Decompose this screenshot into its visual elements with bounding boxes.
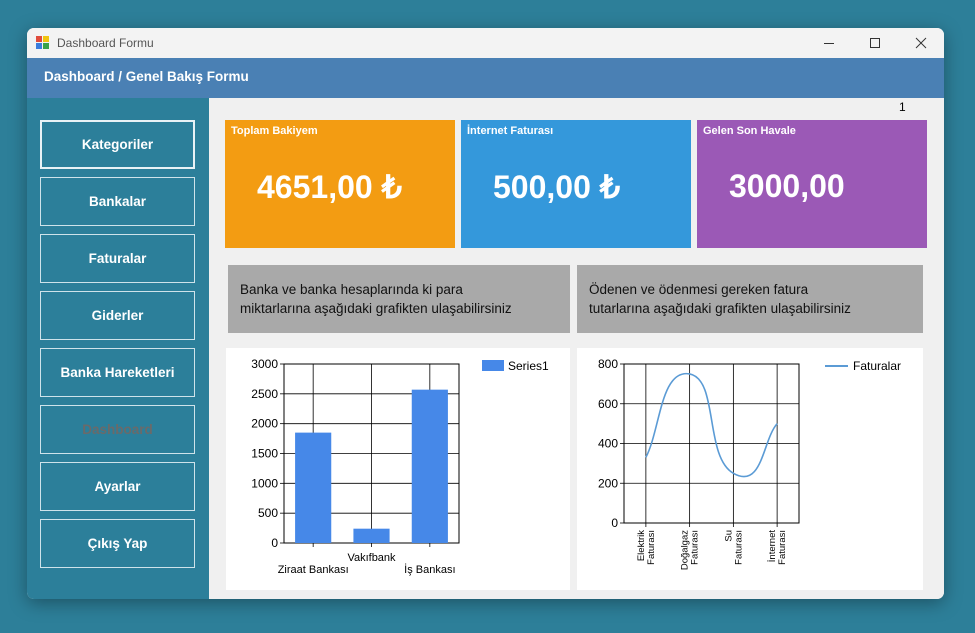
sidebar-item-bankalar[interactable]: Bankalar — [40, 177, 195, 226]
bank-balance-chart: 0 500 1000 1500 2000 2500 3000 Ziraat BankasıVa… — [251, 357, 549, 576]
svg-text:DoğalgazFaturası: DoğalgazFaturası — [680, 530, 701, 570]
info-text: Ödenen ve ödenmesi gereken fatura — [589, 282, 809, 297]
y-tick-label: 800 — [598, 357, 618, 371]
bills-chart: 0 200 400 600 800 ElektrikFaturası DoğalgazFat… — [598, 357, 901, 570]
header-band: Dashboard / Genel Bakış Formu — [27, 58, 944, 98]
y-tick-label: 600 — [598, 397, 618, 411]
x-tick-label: İş Bankası — [404, 563, 455, 576]
sidebar: Kategoriler Bankalar Faturalar Giderler … — [27, 98, 209, 599]
minimize-icon — [824, 43, 834, 44]
y-tick-label: 2500 — [251, 387, 278, 401]
bank-balance-chart-panel: 0 500 1000 1500 2000 2500 3000 Ziraat Bankası Va… — [226, 348, 570, 590]
x-tick-label: Ziraat Bankası — [278, 564, 349, 576]
y-tick-label: 500 — [258, 506, 278, 520]
sidebar-item-ayarlar[interactable]: Ayarlar — [40, 462, 195, 511]
bar — [411, 389, 448, 543]
close-button[interactable] — [898, 28, 944, 58]
x-tick-label: Vakıfbank — [347, 552, 396, 564]
y-tick-label: 1500 — [251, 447, 278, 461]
maximize-icon — [870, 38, 880, 48]
sidebar-item-giderler[interactable]: Giderler — [40, 291, 195, 340]
info-text: tutarlarına aşağıdaki grafikten ulaşabil… — [589, 301, 851, 316]
sidebar-item-kategoriler[interactable]: Kategoriler — [40, 120, 195, 169]
svg-text:İnternetFaturası: İnternetFaturası — [767, 530, 788, 565]
card-title: İnternet Faturası — [467, 125, 554, 137]
bill-info-box: Ödenen ve ödenmesi gereken fatura tutarl… — [577, 265, 923, 333]
card-value: 4651,00 ₺ — [257, 169, 402, 205]
info-text: Banka ve banka hesaplarında ki para — [240, 282, 463, 297]
legend-label: Series1 — [508, 359, 549, 373]
x-tick-label: ElektrikFaturası — [636, 530, 657, 565]
maximize-button[interactable] — [852, 28, 898, 58]
legend-label: Faturalar — [853, 359, 901, 373]
close-icon — [915, 37, 927, 49]
main-window: Dashboard Formu Dashboard / Genel Bakış … — [27, 28, 944, 599]
y-tick-label: 400 — [598, 437, 618, 451]
svg-text:ElektrikFaturası: ElektrikFaturası — [636, 530, 657, 565]
sidebar-item-faturalar[interactable]: Faturalar — [40, 234, 195, 283]
counter-label: 1 — [899, 100, 906, 114]
card-title: Toplam Bakiyem — [231, 125, 318, 137]
y-tick-label: 200 — [598, 476, 618, 490]
last-transfer-card: Gelen Son Havale 3000,00 — [697, 120, 927, 248]
internet-bill-card: İnternet Faturası 500,00 ₺ — [461, 120, 691, 248]
x-tick-label: SuFaturası — [723, 530, 744, 565]
card-value: 500,00 ₺ — [493, 169, 621, 205]
x-tick-label: İnternetFaturası — [767, 530, 788, 565]
title-bar[interactable]: Dashboard Formu — [27, 28, 944, 58]
y-tick-label: 0 — [271, 536, 278, 550]
minimize-button[interactable] — [806, 28, 852, 58]
bar — [295, 432, 332, 543]
bills-chart-panel: 0 200 400 600 800 ElektrikFaturası DoğalgazFat… — [577, 348, 923, 590]
page-title: Dashboard / Genel Bakış Formu — [44, 69, 249, 84]
info-text: miktarlarına aşağıdaki grafikten ulaşabi… — [240, 301, 512, 316]
bar — [353, 528, 390, 543]
app-icon — [36, 36, 50, 50]
window-title: Dashboard Formu — [57, 36, 154, 50]
x-tick-label: DoğalgazFaturası — [680, 530, 701, 570]
card-title: Gelen Son Havale — [703, 125, 796, 137]
legend-swatch — [482, 360, 504, 371]
bank-info-box: Banka ve banka hesaplarında ki para mikt… — [228, 265, 570, 333]
svg-text:SuFaturası: SuFaturası — [723, 530, 744, 565]
sidebar-item-banka-hareketleri[interactable]: Banka Hareketleri — [40, 348, 195, 397]
card-value: 3000,00 — [729, 168, 845, 204]
total-balance-card: Toplam Bakiyem 4651,00 ₺ — [225, 120, 455, 248]
series-line — [645, 373, 778, 478]
y-tick-label: 2000 — [251, 417, 278, 431]
sidebar-item-cikis-yap[interactable]: Çıkış Yap — [40, 519, 195, 568]
y-tick-label: 1000 — [251, 476, 278, 490]
dashboard-content: 1 Toplam Bakiyem 4651,00 ₺ İnternet Fatu… — [209, 98, 944, 599]
y-tick-label: 3000 — [251, 357, 278, 371]
y-tick-label: 0 — [611, 516, 618, 530]
sidebar-item-dashboard: Dashboard — [40, 405, 195, 454]
